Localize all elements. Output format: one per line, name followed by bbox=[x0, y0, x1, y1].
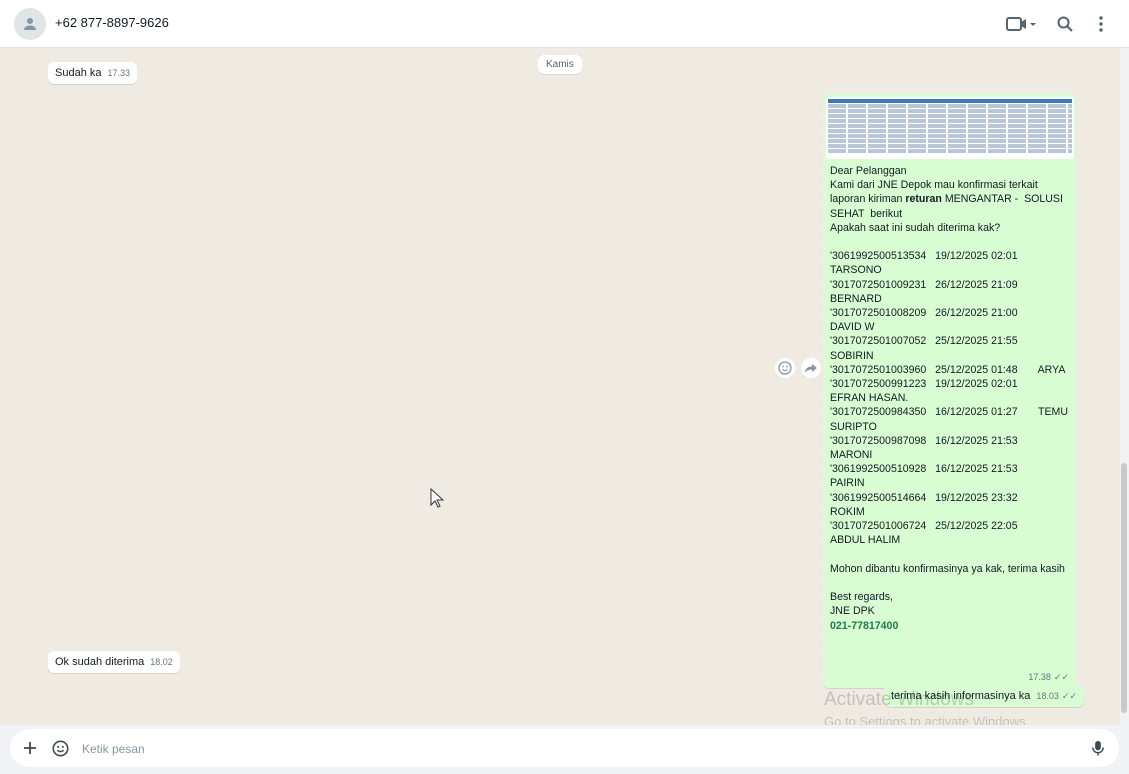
composer-bar bbox=[0, 725, 1129, 774]
scrollbar-thumb[interactable] bbox=[1121, 463, 1127, 713]
message-time: 18.02 bbox=[150, 657, 173, 667]
message-meta: 17.38 ✓✓ bbox=[1022, 670, 1069, 684]
message-bubble-outgoing[interactable]: Dear Pelanggan Kami dari JNE Depok mau k… bbox=[823, 94, 1075, 688]
read-ticks-icon: ✓✓ bbox=[1061, 691, 1078, 701]
activation-watermark-title: Activate Windows bbox=[824, 689, 974, 710]
message-bold-text: returan bbox=[905, 193, 942, 206]
message-bubble-incoming[interactable]: Ok sudah diterima 18.02 bbox=[48, 651, 180, 673]
message-text: Ok sudah diterima bbox=[55, 656, 145, 668]
message-input[interactable] bbox=[80, 737, 1074, 761]
plus-icon bbox=[24, 742, 36, 754]
search-icon bbox=[1057, 16, 1073, 32]
attach-button[interactable] bbox=[19, 737, 41, 759]
message-body: Dear Pelanggan Kami dari JNE Depok mau k… bbox=[830, 164, 1074, 633]
composer-field bbox=[10, 729, 1119, 767]
emoji-react-icon bbox=[778, 361, 792, 375]
video-call-button[interactable] bbox=[1004, 12, 1038, 36]
contact-avatar[interactable] bbox=[14, 8, 46, 40]
message-time: 17.33 bbox=[107, 68, 131, 78]
message-text-continued: MENGANTAR - SOLUSI SEHAT berikut Apakah … bbox=[830, 193, 1069, 618]
forward-icon bbox=[805, 364, 817, 373]
more-options-button[interactable] bbox=[1089, 12, 1113, 36]
mouse-cursor-icon bbox=[430, 488, 444, 508]
message-list[interactable]: Kamis Sudah ka 17.33 Dear Pelanggan Kami … bbox=[0, 48, 1120, 725]
message-time: 18.03 bbox=[1036, 691, 1059, 701]
sticker-icon bbox=[51, 739, 69, 757]
video-call-icon bbox=[1006, 17, 1036, 31]
sticker-button[interactable] bbox=[49, 737, 71, 759]
message-time: 17.38 bbox=[1028, 672, 1051, 682]
person-icon bbox=[24, 18, 36, 30]
microphone-icon bbox=[1092, 740, 1104, 756]
phone-link[interactable]: 021-77817400 bbox=[830, 620, 898, 632]
forward-button[interactable] bbox=[801, 358, 821, 378]
message-text: Sudah ka bbox=[55, 67, 102, 79]
voice-message-button[interactable] bbox=[1087, 737, 1109, 759]
message-bubble-incoming[interactable]: Sudah ka 17.33 bbox=[48, 62, 138, 84]
read-ticks-icon: ✓✓ bbox=[1053, 672, 1069, 682]
date-divider: Kamis bbox=[538, 55, 582, 74]
more-options-icon bbox=[1099, 16, 1103, 32]
search-button[interactable] bbox=[1053, 12, 1077, 36]
message-actions bbox=[775, 358, 821, 378]
chat-header: +62 877-8897-9626 bbox=[0, 0, 1129, 48]
contact-name[interactable]: +62 877-8897-9626 bbox=[55, 15, 169, 30]
attached-image[interactable] bbox=[826, 97, 1074, 159]
react-button[interactable] bbox=[775, 358, 795, 378]
